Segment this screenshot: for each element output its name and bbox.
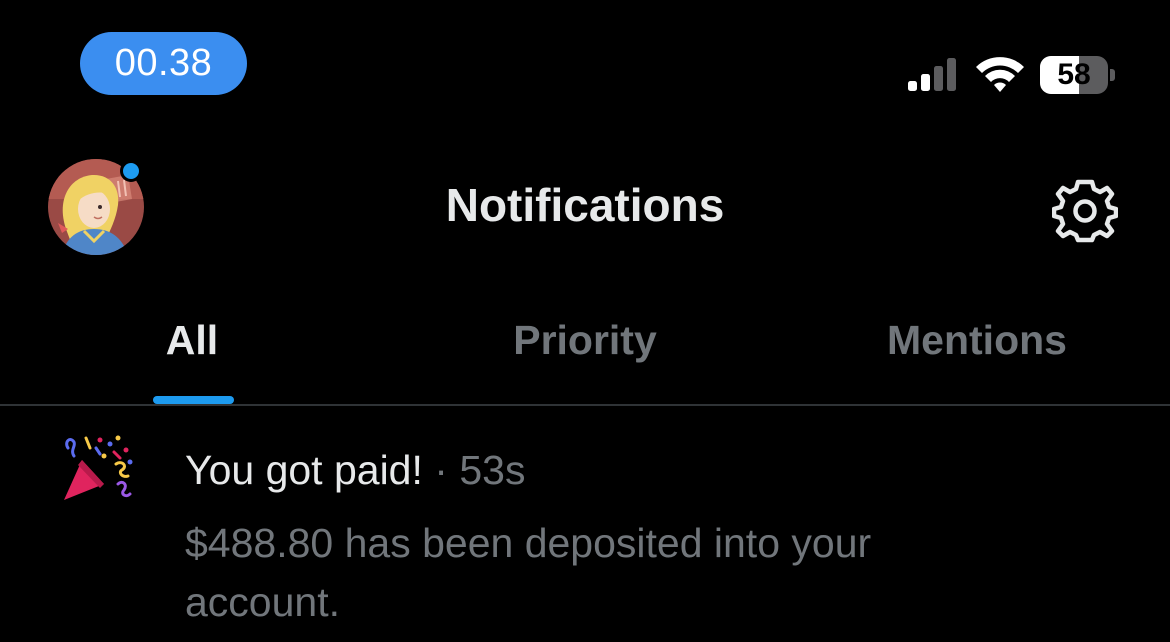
signal-icon bbox=[908, 58, 956, 91]
status-bar: 00.38 58 bbox=[0, 0, 1170, 130]
tab-mentions[interactable]: Mentions bbox=[827, 315, 1127, 375]
notification-title: You got paid! bbox=[185, 447, 423, 493]
notification-dot bbox=[120, 160, 142, 182]
party-popper-icon bbox=[64, 435, 133, 500]
notification-title-row: You got paid! · 53s bbox=[185, 446, 525, 494]
active-tab-indicator bbox=[153, 396, 234, 404]
battery-level: 58 bbox=[1057, 58, 1091, 91]
tab-all[interactable]: All bbox=[92, 315, 292, 375]
notification-separator: · bbox=[434, 447, 448, 493]
wifi-icon bbox=[976, 57, 1024, 92]
notification-time: 53s bbox=[459, 447, 526, 493]
settings-gear-icon[interactable] bbox=[1052, 178, 1118, 244]
notification-body: $488.80 has been deposited into your acc… bbox=[185, 520, 872, 625]
battery-icon: 58 bbox=[1040, 56, 1116, 94]
tab-priority[interactable]: Priority bbox=[435, 315, 735, 375]
page-title: Notifications bbox=[445, 179, 725, 231]
status-time[interactable]: 00.38 bbox=[80, 32, 247, 95]
tabs-divider bbox=[0, 404, 1170, 406]
